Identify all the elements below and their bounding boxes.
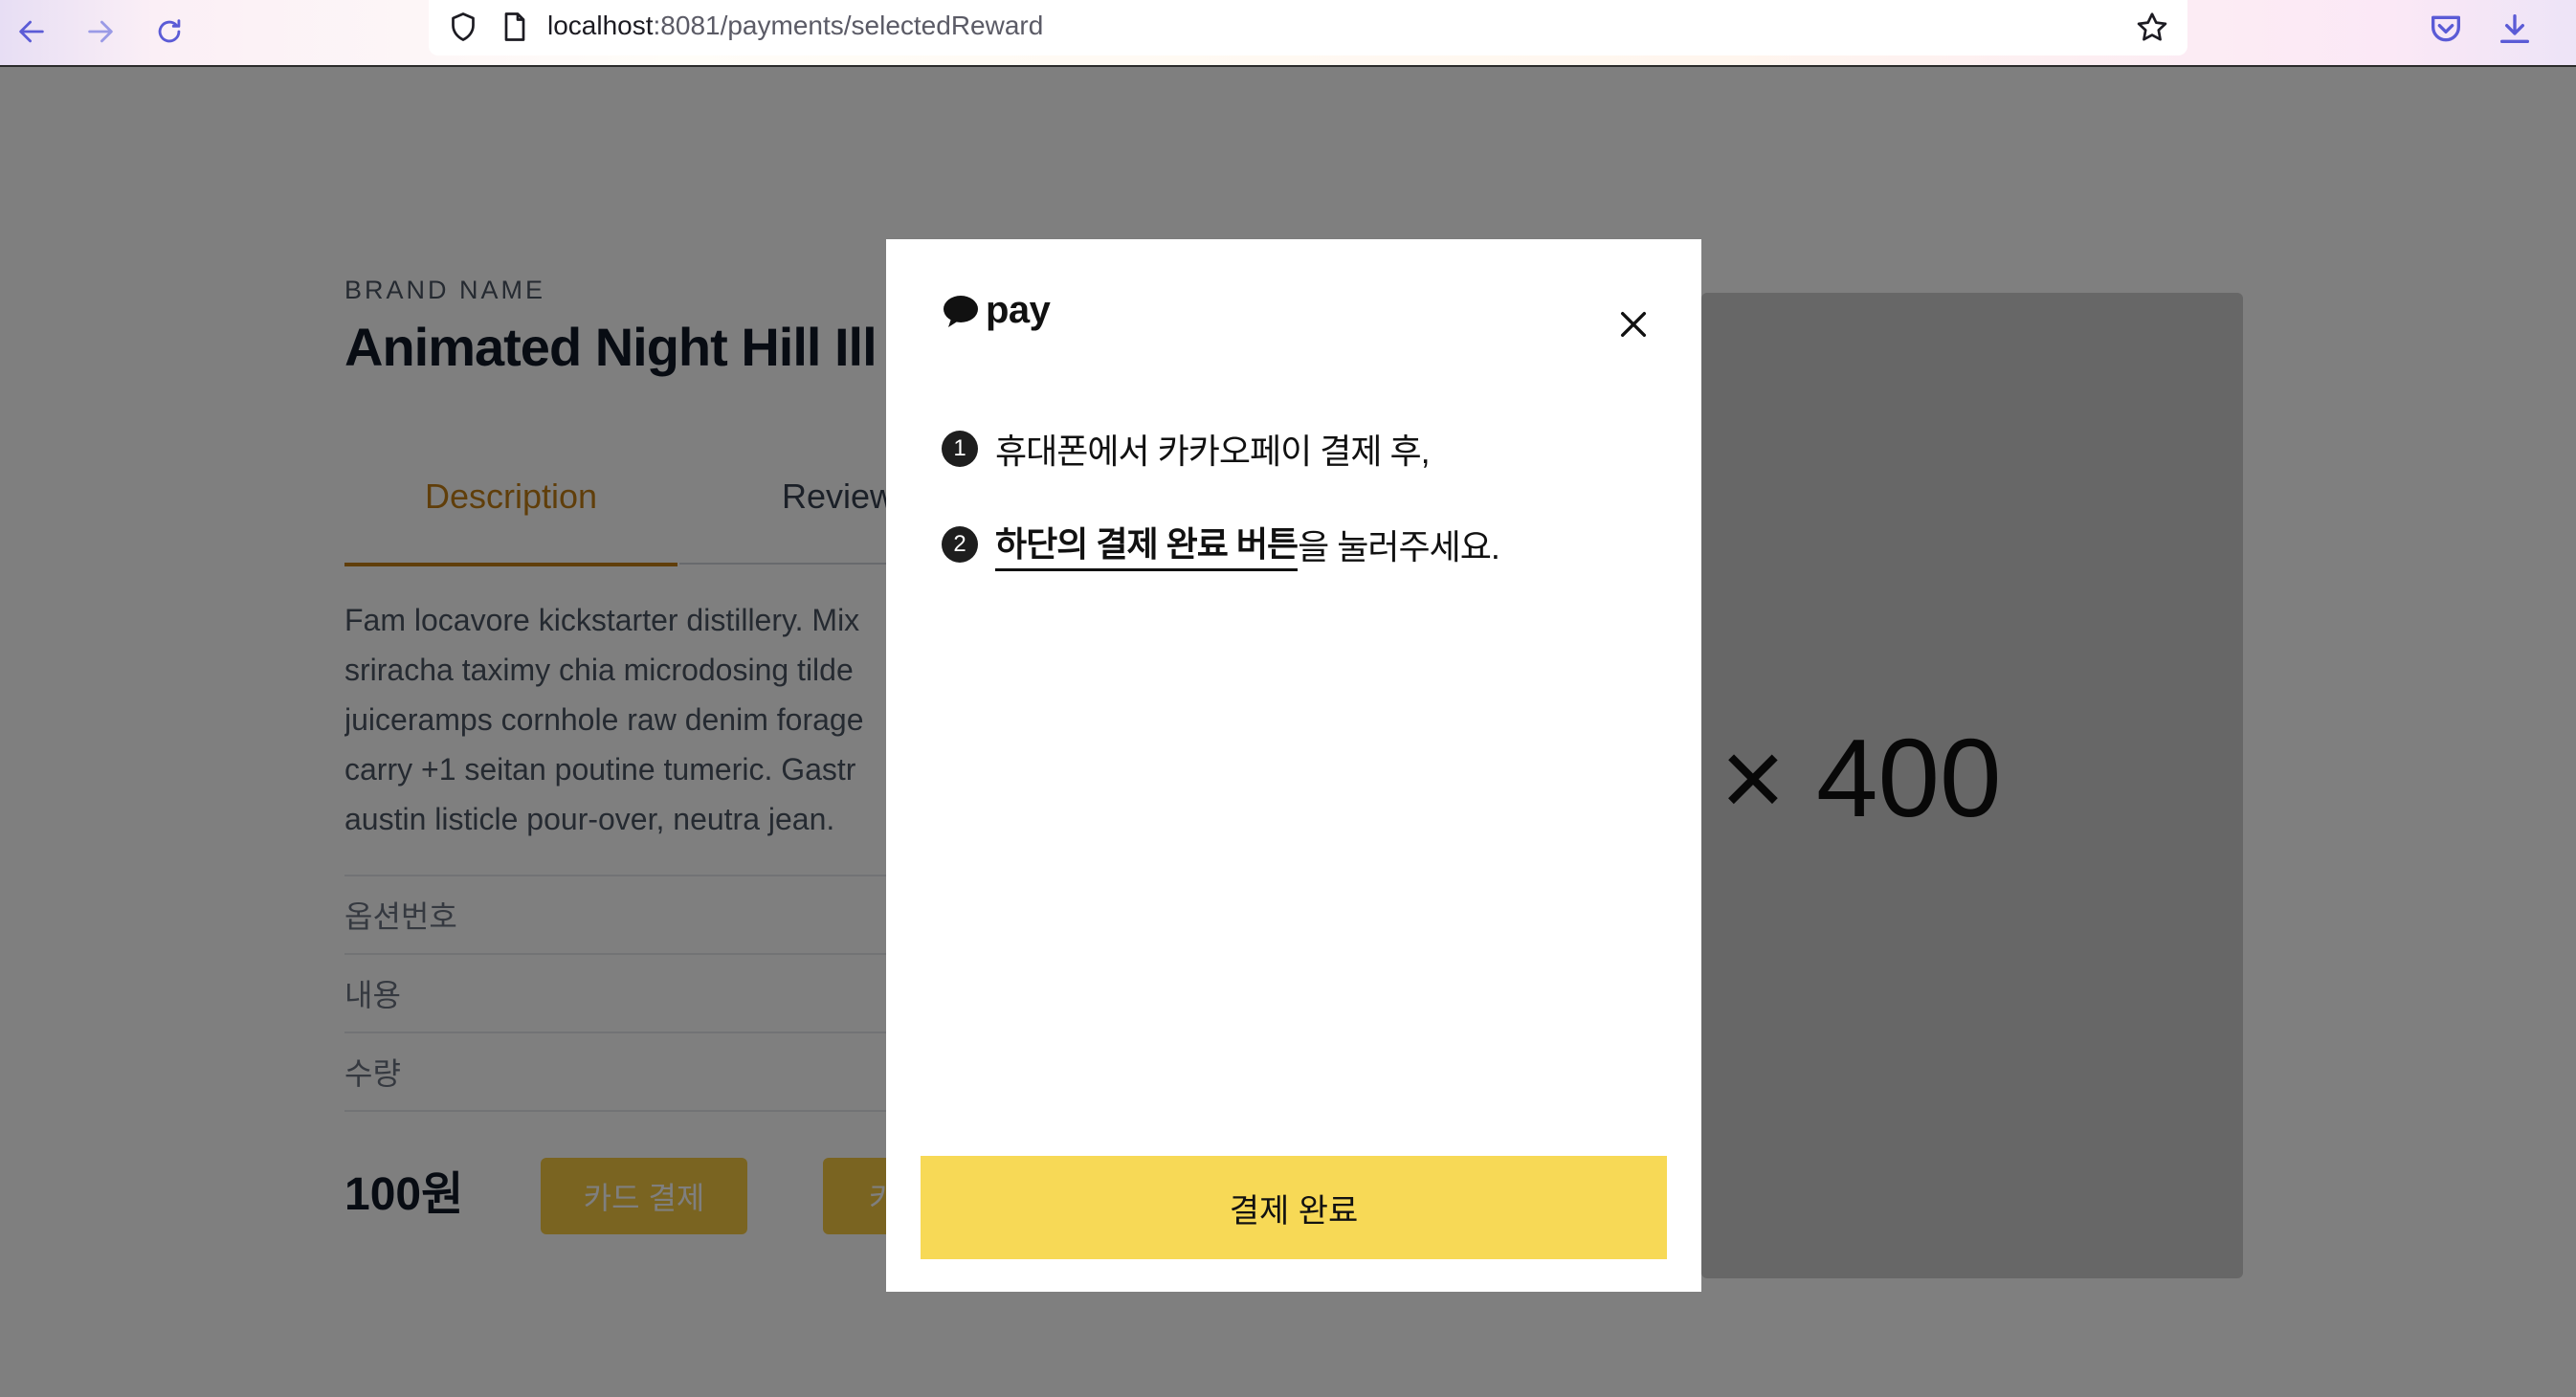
step-text: 휴대폰에서 카카오페이 결제 후, — [995, 432, 1431, 471]
shield-icon[interactable] — [446, 10, 480, 44]
url-bar[interactable]: localhost:8081/payments/selectedReward — [429, 0, 2187, 55]
download-icon[interactable] — [2496, 10, 2534, 48]
step-number-badge: 2 — [942, 525, 978, 563]
page-icon — [504, 12, 525, 41]
star-icon[interactable] — [2134, 10, 2170, 46]
instruction-step-1: 1 휴대폰에서 카카오페이 결제 후, — [942, 424, 1431, 474]
kakaopay-logo: pay — [942, 289, 1051, 332]
speech-bubble-icon — [944, 295, 978, 327]
logo-text: pay — [986, 289, 1051, 331]
instruction-step-2: 2 하단의 결제 완료 버튼 을 눌러주세요. — [942, 517, 1500, 571]
payment-complete-button[interactable]: 결제 완료 — [921, 1156, 1667, 1259]
step-highlight-text: 하단의 결제 완료 버튼 — [995, 517, 1299, 571]
pocket-icon[interactable] — [2427, 10, 2465, 48]
forward-arrow-icon — [88, 20, 113, 43]
reload-button[interactable] — [147, 10, 191, 54]
url-text[interactable]: localhost:8081/payments/selectedReward — [547, 11, 1043, 41]
step-number-badge: 1 — [942, 431, 978, 467]
kakaopay-modal: pay 1 휴대폰에서 카카오페이 결제 후, 2 하단의 결제 완료 버튼 을 … — [886, 239, 1701, 1292]
close-button[interactable] — [1611, 302, 1655, 346]
close-icon — [1620, 311, 1647, 338]
back-button[interactable] — [10, 10, 54, 54]
reload-icon — [158, 19, 181, 43]
browser-toolbar: localhost:8081/payments/selectedReward — [0, 0, 2576, 67]
step-text: 을 눌러주세요. — [1298, 526, 1500, 566]
forward-button[interactable] — [78, 10, 122, 54]
back-arrow-icon — [19, 20, 44, 43]
